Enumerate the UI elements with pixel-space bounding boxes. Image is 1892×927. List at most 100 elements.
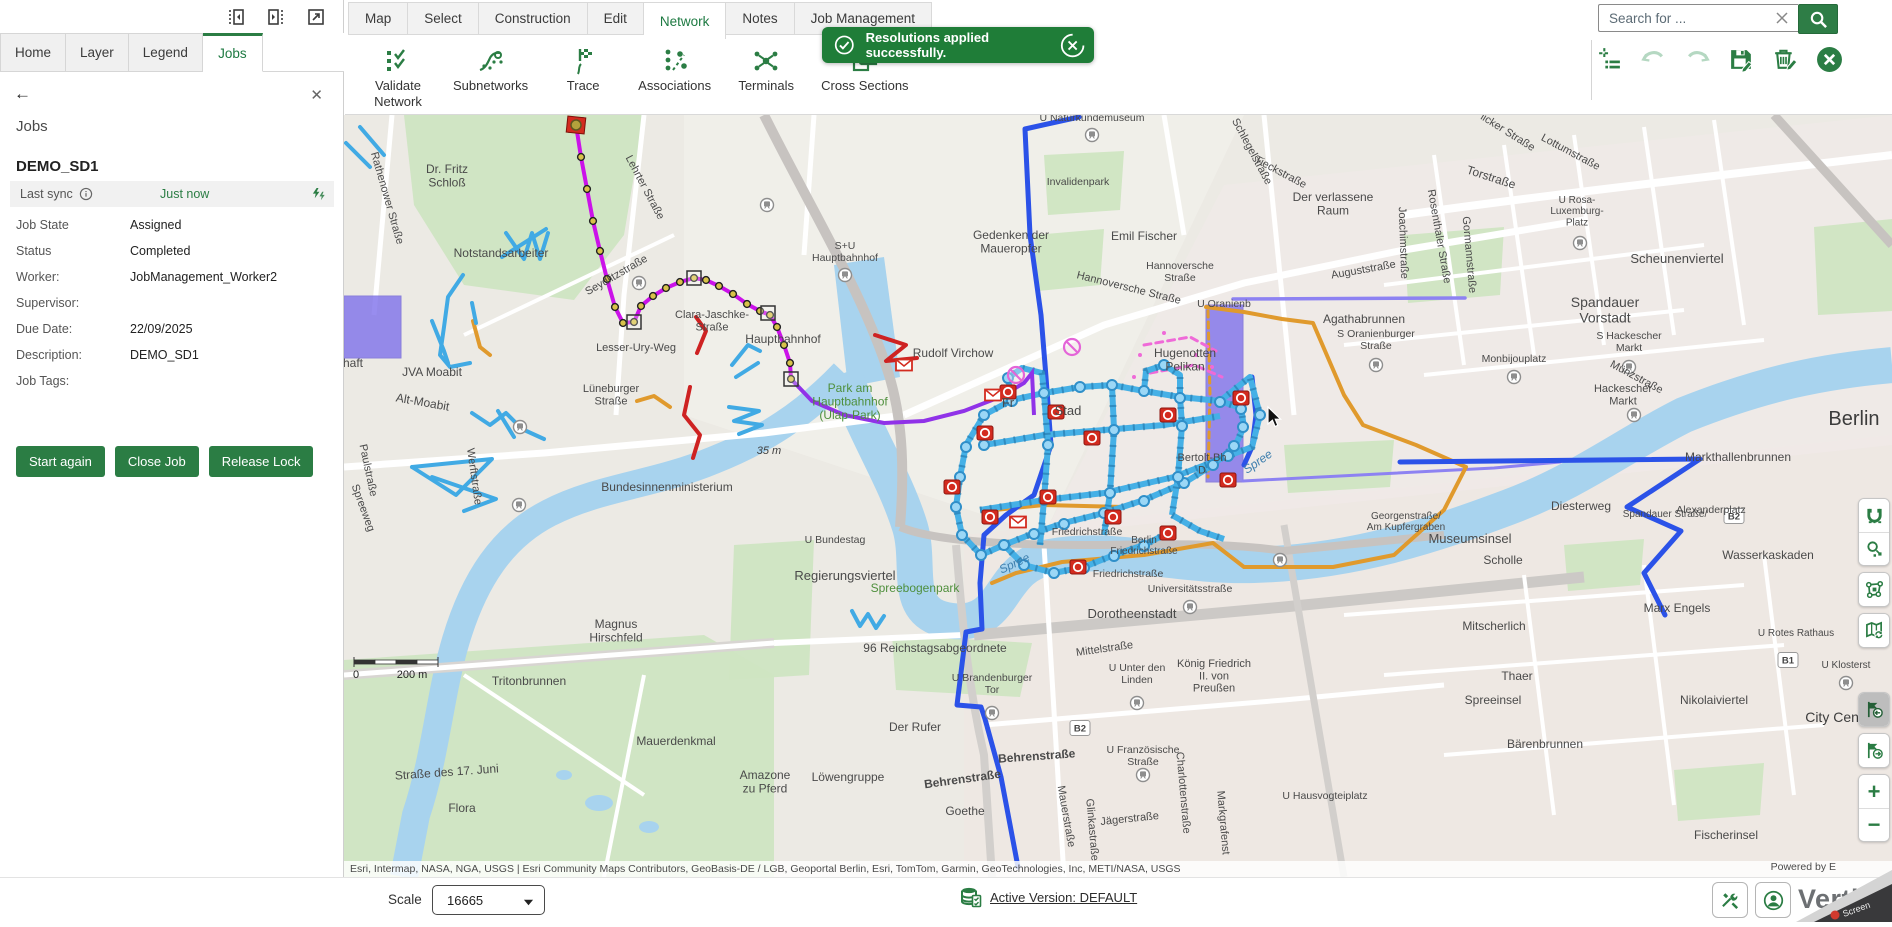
save-edits-icon[interactable]	[1728, 46, 1755, 73]
refresh-map-icon[interactable]	[1859, 614, 1889, 647]
transform-select-icon[interactable]	[1859, 573, 1889, 606]
ribbon-tab-edit[interactable]: Edit	[588, 2, 644, 35]
sidebar-tab-home[interactable]: Home	[0, 33, 66, 72]
cancel-circle-icon[interactable]	[1816, 46, 1843, 73]
svg-text:Wasserkaskaden: Wasserkaskaden	[1722, 548, 1814, 562]
tool-trace[interactable]: Trace	[540, 40, 626, 94]
subnetworks-icon	[476, 46, 506, 76]
svg-text:Bundesinnenministerium: Bundesinnenministerium	[601, 480, 732, 494]
tool-subnetworks[interactable]: Subnetworks	[441, 40, 540, 94]
svg-text:MagnusHirschfeld: MagnusHirschfeld	[589, 617, 642, 644]
svg-text:Joachimstraße: Joachimstraße	[1396, 207, 1411, 280]
svg-text:Georgenstraße/Am Kupfergraben: Georgenstraße/Am Kupfergraben	[1367, 511, 1445, 533]
discard-edits-icon[interactable]	[1772, 46, 1799, 73]
magnet-snapping-icon[interactable]	[1859, 499, 1889, 532]
flag-import-icon	[1865, 700, 1884, 719]
svg-text:Spreebogenpark: Spreebogenpark	[871, 581, 961, 595]
toast-close-icon[interactable]	[1060, 32, 1085, 59]
ribbon-tab-network[interactable]: Network	[644, 2, 727, 39]
snap-points-icon[interactable]	[1859, 532, 1889, 565]
job-field-row: StatusCompleted	[16, 244, 328, 270]
sync-icon[interactable]	[311, 187, 326, 202]
sidebar-tabs: HomeLayerLegendJobs	[0, 33, 344, 72]
svg-text:Emil Fischer: Emil Fischer	[1111, 229, 1177, 243]
svg-text:Löwengruppe: Löwengruppe	[812, 770, 885, 784]
field-label: Supervisor:	[16, 296, 130, 310]
svg-text:Agathabrunnen: Agathabrunnen	[1323, 312, 1405, 326]
add-to-list-icon[interactable]	[1596, 46, 1623, 73]
search-area	[1598, 4, 1838, 34]
ribbon-tab-select[interactable]: Select	[408, 2, 479, 35]
close-panel-icon[interactable]: ✕	[310, 86, 323, 104]
clear-search-icon[interactable]	[1774, 10, 1790, 26]
account-icon	[1763, 890, 1784, 911]
tool-validate-network[interactable]: Validate Network	[355, 40, 441, 110]
snap-points-icon	[1865, 540, 1884, 559]
scale-label: Scale	[388, 892, 422, 907]
active-version-link[interactable]: Active Version: DEFAULT	[960, 886, 1137, 908]
svg-text:Friedrichstraße: Friedrichstraße	[1052, 526, 1123, 538]
dock-panel-left-icon[interactable]	[227, 8, 245, 26]
refresh-map-icon	[1865, 621, 1884, 640]
account-button[interactable]	[1755, 882, 1791, 918]
left-sidebar: HomeLayerLegendJobs ← ✕ Jobs DEMO_SD1 La…	[0, 0, 344, 922]
svg-text:Amazonezu Pferd: Amazonezu Pferd	[740, 768, 791, 795]
svg-text:Friedrichstraße: Friedrichstraße	[1093, 568, 1164, 580]
svg-text:Fischerinsel: Fischerinsel	[1694, 828, 1758, 842]
job-name: DEMO_SD1	[16, 158, 99, 175]
validate-network-icon	[383, 46, 413, 76]
svg-text:Berlin: Berlin	[1828, 408, 1879, 430]
tool-terminals[interactable]: Terminals	[723, 40, 809, 94]
svg-text:Invalidenpark: Invalidenpark	[1047, 176, 1110, 188]
search-input[interactable]	[1598, 4, 1798, 32]
back-icon[interactable]: ←	[14, 84, 31, 104]
start-again-button[interactable]: Start again	[16, 446, 105, 477]
flag-import-icon[interactable]	[1859, 693, 1889, 726]
zoom-out-icon[interactable]: −	[1859, 808, 1889, 841]
svg-text:Monbijouplatz: Monbijouplatz	[1482, 353, 1547, 365]
field-value: 22/09/2025	[130, 322, 193, 336]
info-icon[interactable]	[79, 187, 93, 201]
edit-toolbar	[1596, 46, 1843, 73]
svg-text:City Cent: City Cent	[1805, 709, 1863, 725]
scale-dropdown[interactable]: 16665	[432, 885, 545, 915]
route-start-marker	[566, 116, 586, 134]
zoom-in-icon[interactable]: +	[1859, 775, 1889, 808]
svg-text:0: 0	[353, 669, 359, 681]
release-lock-button[interactable]: Release Lock	[209, 446, 314, 477]
flag-export-icon[interactable]	[1859, 734, 1889, 767]
search-button[interactable]	[1798, 4, 1838, 34]
tools-icon	[1720, 890, 1741, 911]
map-canvas[interactable]: B2B2B1Dr. FritzSchloßRathenower StraßeLe…	[344, 115, 1892, 877]
ribbon-tab-map[interactable]: Map	[348, 2, 408, 35]
svg-text:Notstandsarbeiter: Notstandsarbeiter	[454, 246, 549, 260]
close-job-button[interactable]: Close Job	[115, 446, 199, 477]
redo-icon	[1684, 46, 1711, 73]
tool-associations[interactable]: Associations	[626, 40, 723, 94]
svg-text:Scheunenviertel: Scheunenviertel	[1630, 251, 1723, 266]
field-label: Job State	[16, 218, 130, 232]
undo-icon	[1640, 46, 1667, 73]
svg-text:Stad: Stad	[1055, 403, 1082, 418]
svg-text:Fr: Fr	[1002, 395, 1015, 410]
open-new-window-icon[interactable]	[307, 8, 325, 26]
field-value: Completed	[130, 244, 190, 258]
ribbon-tab-notes[interactable]: Notes	[726, 2, 794, 35]
sidebar-tab-layer[interactable]: Layer	[66, 33, 129, 72]
tools-button[interactable]	[1712, 882, 1748, 918]
svg-text:Bärenbrunnen: Bärenbrunnen	[1507, 737, 1583, 751]
svg-text:U Oranienb: U Oranienb	[1197, 298, 1251, 310]
ribbon-tab-construction[interactable]: Construction	[479, 2, 588, 35]
flag-export-icon	[1865, 741, 1884, 760]
search-icon	[1809, 10, 1828, 29]
svg-text:Nikolaiviertel: Nikolaiviertel	[1680, 693, 1748, 707]
svg-text:Spreeinsel: Spreeinsel	[1465, 693, 1522, 707]
svg-text:Gedenken derMaueropfer: Gedenken derMaueropfer	[973, 228, 1049, 255]
sidebar-tab-legend[interactable]: Legend	[129, 33, 203, 72]
toast-message: Resolutions applied successfully.	[866, 30, 1060, 60]
map-svg[interactable]: B2B2B1Dr. FritzSchloßRathenower StraßeLe…	[344, 115, 1892, 877]
dock-panel-right-icon[interactable]	[267, 8, 285, 26]
toolbar-divider	[1591, 40, 1592, 100]
sidebar-tab-jobs[interactable]: Jobs	[203, 33, 263, 72]
bottom-bar: Scale 16665 Active Version: DEFAULT Vert…	[0, 877, 1892, 922]
